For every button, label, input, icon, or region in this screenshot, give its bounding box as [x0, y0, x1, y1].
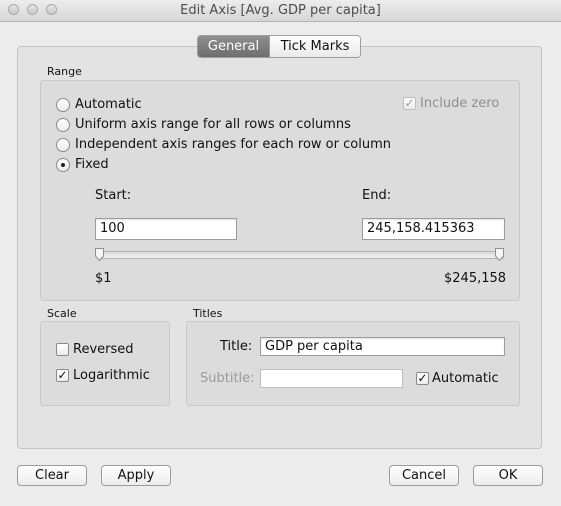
automatic-subtitle-label[interactable]: Automatic	[432, 371, 499, 386]
titles-group	[186, 321, 520, 406]
tab-general[interactable]: General	[198, 36, 269, 57]
automatic-subtitle-checkbox[interactable]: ✓	[416, 372, 429, 385]
range-slider-min-handle[interactable]	[95, 248, 104, 261]
ok-button[interactable]: OK	[473, 465, 543, 486]
range-independent-radio[interactable]	[56, 138, 70, 152]
range-uniform-label[interactable]: Uniform axis range for all rows or colum…	[75, 117, 351, 132]
clear-button[interactable]: Clear	[17, 465, 87, 486]
title-field-label: Title:	[220, 339, 253, 354]
window-title: Edit Axis [Avg. GDP per capita]	[180, 3, 381, 18]
include-zero-checkbox[interactable]: ✓	[403, 97, 416, 110]
logarithmic-label[interactable]: Logarithmic	[73, 368, 150, 383]
window-titlebar: Edit Axis [Avg. GDP per capita]	[0, 0, 561, 22]
end-label: End:	[362, 188, 392, 203]
scale-group-label: Scale	[47, 307, 77, 320]
range-automatic-radio[interactable]	[56, 98, 70, 112]
scale-group	[40, 321, 170, 406]
reversed-label[interactable]: Reversed	[73, 342, 134, 357]
cancel-button[interactable]: Cancel	[389, 465, 459, 486]
range-automatic-label[interactable]: Automatic	[75, 97, 142, 112]
titles-group-label: Titles	[193, 307, 223, 320]
range-uniform-radio[interactable]	[56, 118, 70, 132]
apply-button[interactable]: Apply	[101, 465, 171, 486]
range-fixed-label[interactable]: Fixed	[75, 157, 109, 172]
title-input[interactable]: GDP per capita	[260, 337, 505, 356]
logarithmic-checkbox[interactable]: ✓	[56, 369, 69, 382]
range-slider-track[interactable]	[97, 251, 504, 259]
tab-tick-marks[interactable]: Tick Marks	[269, 36, 360, 57]
reversed-checkbox[interactable]	[56, 343, 69, 356]
start-input[interactable]: 100	[95, 218, 237, 240]
end-input[interactable]: 245,158.415363	[362, 218, 505, 240]
start-label: Start:	[95, 188, 132, 203]
subtitle-input[interactable]	[260, 369, 403, 388]
range-independent-label[interactable]: Independent axis ranges for each row or …	[75, 137, 391, 152]
slider-min-label: $1	[95, 271, 112, 286]
range-group-label: Range	[47, 65, 82, 78]
subtitle-field-label: Subtitle:	[200, 371, 255, 386]
slider-max-label: $245,158	[444, 271, 507, 286]
range-fixed-radio[interactable]	[56, 158, 70, 172]
range-slider-max-handle[interactable]	[495, 248, 504, 261]
tab-bar: General Tick Marks	[197, 35, 361, 58]
include-zero-label: Include zero	[420, 96, 500, 111]
